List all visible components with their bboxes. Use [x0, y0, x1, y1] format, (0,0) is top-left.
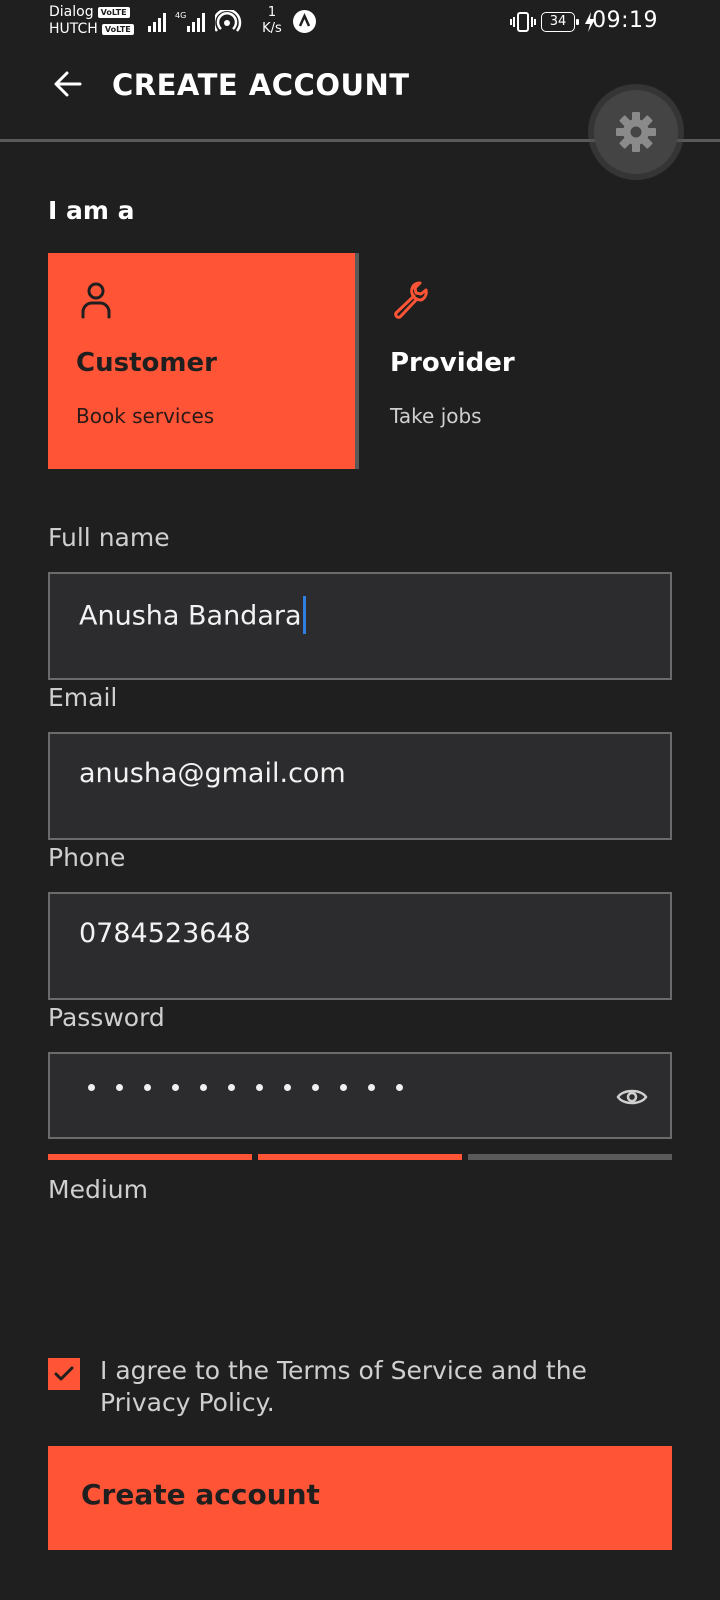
role-option-subtitle: Take jobs — [390, 404, 482, 428]
net-speed-unit: K/s — [262, 21, 282, 36]
strength-segment — [258, 1154, 462, 1160]
email-field[interactable]: anusha@gmail.com — [48, 732, 672, 840]
volte-badge: VoLTE — [97, 7, 130, 18]
strength-segment — [468, 1154, 672, 1160]
password-field[interactable] — [48, 1052, 672, 1139]
password-mask-dot — [256, 1084, 263, 1091]
email-value: anusha@gmail.com — [79, 758, 346, 789]
status-right: 34 — [510, 11, 596, 33]
signal-4g-icon: 4G — [175, 11, 205, 32]
hotspot-icon — [215, 10, 242, 32]
role-label: I am a — [48, 196, 135, 225]
email-label: Email — [48, 683, 118, 712]
settings-button-inner — [594, 90, 678, 174]
password-mask-dot — [396, 1084, 403, 1091]
strength-segment — [48, 1154, 252, 1160]
network-type-text: 4G — [175, 11, 186, 20]
password-label: Password — [48, 1003, 165, 1032]
person-icon — [81, 282, 111, 319]
settings-button[interactable] — [588, 84, 684, 180]
terms-checkbox[interactable] — [48, 1358, 80, 1390]
role-option-customer[interactable]: Customer Book services — [48, 253, 359, 469]
password-mask-dot — [200, 1084, 207, 1091]
full-name-text: Anusha Bandara — [79, 600, 302, 632]
phone-value: 0784523648 — [79, 918, 251, 949]
status-bar: Dialog VoLTE HUTCH VoLTE 4G 1 K/s 34 09:… — [0, 0, 720, 48]
create-account-button-label: Create account — [81, 1478, 320, 1511]
full-name-field[interactable]: Anusha Bandara — [48, 572, 672, 680]
create-account-button[interactable]: Create account — [48, 1446, 672, 1550]
password-mask-dot — [368, 1084, 375, 1091]
battery-indicator: 34 — [541, 12, 579, 32]
phone-label: Phone — [48, 843, 126, 872]
password-mask-dot — [284, 1084, 291, 1091]
role-option-title: Customer — [76, 348, 217, 378]
password-mask-dot — [88, 1084, 95, 1091]
role-option-subtitle: Book services — [76, 404, 215, 428]
role-option-provider[interactable]: Provider Take jobs — [363, 253, 672, 469]
terms-agreement-text: I agree to the Terms of Service and the … — [100, 1356, 587, 1417]
password-mask-dot — [312, 1084, 319, 1091]
carrier-2-name: HUTCH — [49, 21, 98, 37]
password-mask-dot — [340, 1084, 347, 1091]
full-name-value: Anusha Bandara — [79, 596, 306, 636]
checkmark-icon — [54, 1366, 74, 1381]
gear-icon — [616, 112, 656, 152]
signal-strength-icon — [148, 13, 166, 32]
password-strength-label: Medium — [48, 1175, 148, 1204]
password-strength-meter — [48, 1154, 672, 1160]
password-mask-dot — [144, 1084, 151, 1091]
text-caret — [302, 596, 306, 634]
clock: 09:19 — [592, 8, 658, 33]
carrier-1-name: Dialog — [49, 4, 94, 20]
signal-icons: 4G — [147, 10, 243, 32]
net-speed: 1 K/s — [259, 5, 285, 37]
role-option-title: Provider — [390, 348, 515, 378]
password-mask-dot — [228, 1084, 235, 1091]
page-title: CREATE ACCOUNT — [112, 68, 410, 102]
back-button[interactable] — [46, 62, 90, 106]
phone-field[interactable]: 0784523648 — [48, 892, 672, 1000]
volte-badge: VoLTE — [101, 24, 134, 35]
password-mask-dot — [172, 1084, 179, 1091]
full-name-label: Full name — [48, 523, 170, 552]
eye-icon — [616, 1089, 648, 1105]
vibrate-icon — [510, 12, 536, 32]
password-masked-value — [88, 1084, 403, 1091]
password-mask-dot — [116, 1084, 123, 1091]
carrier-info: Dialog VoLTE HUTCH VoLTE — [49, 4, 134, 38]
net-speed-value: 1 — [267, 5, 277, 20]
toggle-password-visibility-button[interactable] — [614, 1079, 650, 1115]
navigation-app-icon — [293, 10, 316, 33]
create-account-screen: Dialog VoLTE HUTCH VoLTE 4G 1 K/s 34 09:… — [0, 0, 720, 1600]
wrench-icon — [394, 281, 428, 319]
arrow-left-icon — [54, 71, 82, 97]
